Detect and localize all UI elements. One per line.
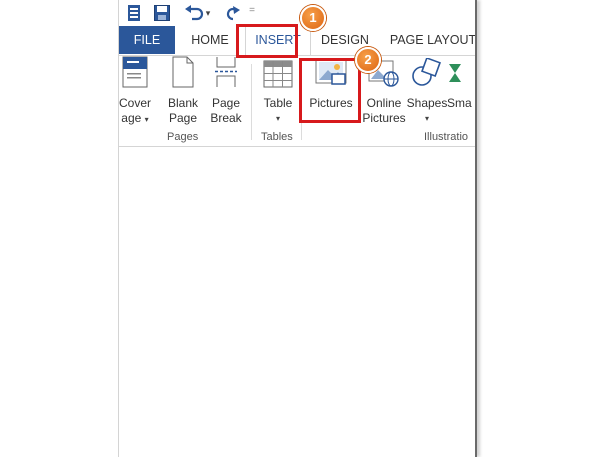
step-2-badge: 2	[355, 47, 381, 73]
page-break-label-2: Break	[210, 111, 242, 125]
undo-icon[interactable]	[183, 3, 205, 23]
pictures-button-highlight	[299, 58, 361, 123]
smartart-label: Sma	[447, 96, 472, 110]
shapes-icon	[411, 57, 443, 92]
shapes-label: Shapes	[406, 96, 448, 110]
table-icon	[263, 60, 293, 92]
ribbon-insert-panel: Cover age ▾ Blank Page Page Break Table …	[119, 56, 475, 147]
word-icon[interactable]	[127, 3, 141, 23]
blank-page-label-2: Page	[168, 111, 198, 125]
document-canvas[interactable]	[119, 147, 475, 457]
group-label-tables: Tables	[261, 131, 293, 143]
quick-access-toolbar: ▾ =	[119, 0, 475, 26]
blank-page-icon	[172, 56, 194, 92]
online-pictures-label-2: Pictures	[362, 111, 406, 125]
group-divider	[251, 64, 252, 140]
smartart-icon	[447, 58, 467, 92]
chevron-down-icon: ▾	[424, 114, 429, 123]
group-label-pages: Pages	[167, 131, 199, 143]
word-window: ▾ = FILE HOME INSERT DESIGN PAGE LAYOUT …	[118, 0, 477, 457]
customize-toolbar-icon[interactable]: =	[249, 0, 255, 20]
shapes-button[interactable]: Shapes ▾	[405, 57, 449, 126]
page-break-button[interactable]: Page Break	[207, 56, 245, 126]
smartart-button[interactable]: Sma	[447, 58, 475, 111]
undo-dropdown-icon[interactable]: ▾	[203, 3, 213, 23]
blank-page-label: Blank	[167, 96, 199, 110]
chevron-down-icon: ▾	[144, 115, 149, 124]
page-break-label: Page	[211, 96, 241, 110]
save-icon[interactable]	[153, 3, 171, 23]
tab-file[interactable]: FILE	[119, 26, 175, 54]
cover-page-button[interactable]: Cover age ▾	[118, 56, 159, 127]
tab-page-layout[interactable]: PAGE LAYOUT	[387, 26, 475, 54]
group-label-illustrations: Illustratio	[424, 131, 469, 143]
step-1-badge: 1	[300, 5, 326, 31]
page-break-icon	[214, 56, 238, 92]
tab-home[interactable]: HOME	[183, 26, 237, 54]
blank-page-button[interactable]: Blank Page	[163, 56, 203, 126]
redo-icon[interactable]	[223, 3, 243, 23]
cover-page-label-2: age	[121, 111, 142, 125]
cover-page-icon	[122, 56, 148, 92]
insert-tab-highlight	[236, 24, 298, 58]
table-label: Table	[263, 96, 293, 110]
table-button[interactable]: Table ▾	[257, 58, 299, 126]
chevron-down-icon: ▾	[275, 114, 280, 123]
online-pictures-label: Online	[366, 96, 402, 110]
cover-page-label: Cover	[118, 96, 151, 110]
